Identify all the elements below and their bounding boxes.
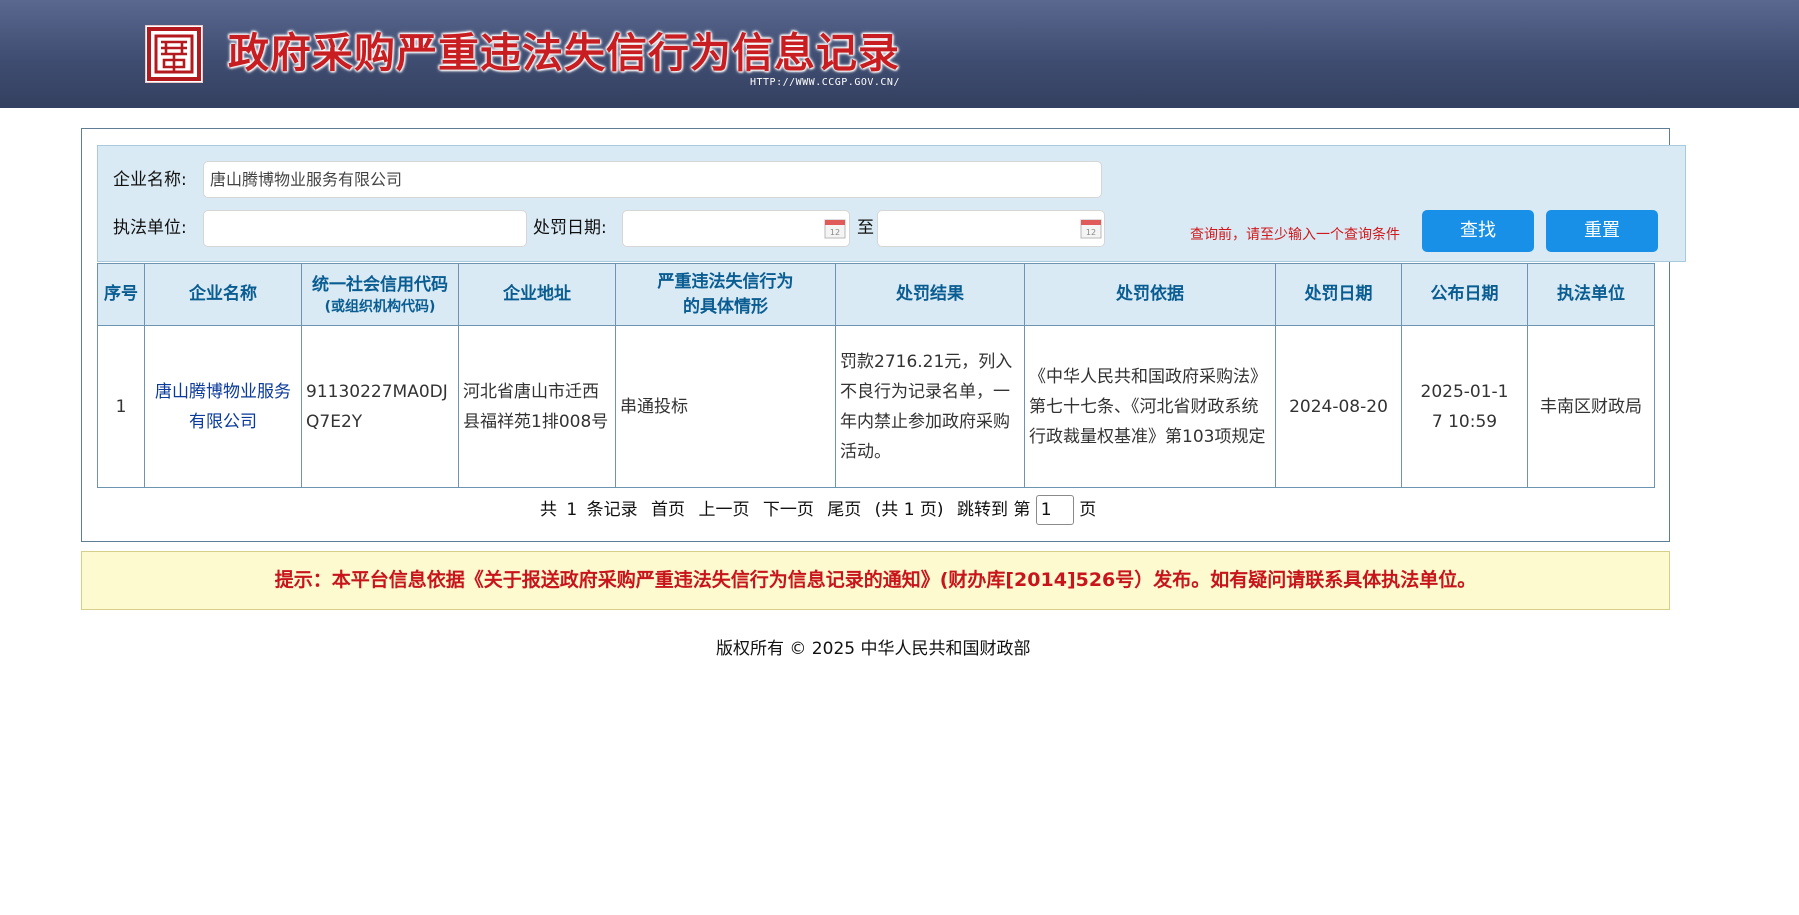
- col-header-seq: 序号: [97, 263, 145, 326]
- cell-address: 河北省唐山市迁西县福祥苑1排008号: [458, 325, 616, 488]
- site-title: 政府采购严重违法失信行为信息记录: [228, 29, 900, 77]
- first-page-link[interactable]: 首页: [651, 500, 685, 520]
- col-header-publish-date: 公布日期: [1401, 263, 1528, 326]
- company-name-label: 企业名称:: [113, 170, 187, 190]
- cell-credit-code: 91130227MA0DJQ7E2Y: [301, 325, 459, 488]
- calendar-icon[interactable]: 12: [1080, 217, 1102, 239]
- date-to-label: 至: [857, 218, 874, 238]
- notice-banner: 提示：本平台信息依据《关于报送政府采购严重违法失信行为信息记录的通知》(财办库[…: [81, 551, 1670, 610]
- last-page-link[interactable]: 尾页: [827, 500, 861, 520]
- company-link[interactable]: 唐山腾博物业服务有限公司: [155, 382, 291, 432]
- cell-seq: 1: [97, 325, 145, 488]
- col-header-agency: 执法单位: [1527, 263, 1655, 326]
- col-header-company: 企业名称: [144, 263, 302, 326]
- jump-suffix: 页: [1079, 500, 1097, 520]
- cell-company: 唐山腾博物业服务有限公司: [144, 325, 302, 488]
- svg-text:12: 12: [830, 228, 840, 237]
- table-header-row: 序号 企业名称 统一社会信用代码 (或组织机构代码) 企业地址 严重违法失信行为…: [97, 263, 1655, 326]
- header-banner: 政府采购严重违法失信行为信息记录 HTTP://WWW.CCGP.GOV.CN/: [0, 0, 1799, 108]
- col-header-address: 企业地址: [458, 263, 616, 326]
- total-count: 1: [566, 500, 578, 520]
- results-table: 序号 企业名称 统一社会信用代码 (或组织机构代码) 企业地址 严重违法失信行为…: [97, 263, 1655, 488]
- page-jump-input[interactable]: 1: [1035, 495, 1074, 525]
- situation-header-line2: 的具体情形: [683, 296, 768, 317]
- cell-situation: 串通投标: [615, 325, 836, 488]
- next-page-link[interactable]: 下一页: [763, 500, 814, 520]
- pagination: 共 1 条记录 首页 上一页 下一页 尾页 (共 1 页) 跳转到 第 1 页: [540, 495, 1104, 525]
- situation-header-line1: 严重违法失信行为: [657, 271, 794, 292]
- copyright-text: 版权所有 © 2025 中华人民共和国财政部: [716, 639, 1031, 659]
- col-header-penalty-date: 处罚日期: [1275, 263, 1402, 326]
- col-header-credit-code: 统一社会信用代码 (或组织机构代码): [301, 263, 459, 326]
- jump-prefix: 跳转到 第: [956, 500, 1031, 520]
- cell-result: 罚款2716.21元，列入不良行为记录名单，一年内禁止参加政府采购活动。: [835, 325, 1025, 488]
- prev-page-link[interactable]: 上一页: [698, 500, 749, 520]
- cell-basis: 《中华人民共和国政府采购法》第七十七条、《河北省财政系统行政裁量权基准》第103…: [1024, 325, 1276, 488]
- table-row: 1 唐山腾博物业服务有限公司 91130227MA0DJQ7E2Y 河北省唐山市…: [97, 325, 1655, 488]
- col-header-situation: 严重违法失信行为 的具体情形: [615, 263, 836, 326]
- total-prefix: 共: [540, 500, 557, 520]
- search-hint: 查询前，请至少输入一个查询条件: [1190, 227, 1400, 243]
- svg-text:12: 12: [1086, 228, 1096, 237]
- credit-code-header-sub: (或组织机构代码): [324, 299, 436, 315]
- col-header-result: 处罚结果: [835, 263, 1025, 326]
- seal-logo-icon: [145, 25, 203, 83]
- search-button[interactable]: 查找: [1422, 210, 1534, 252]
- penalty-date-label: 处罚日期:: [533, 218, 607, 238]
- company-name-input[interactable]: 唐山腾博物业服务有限公司: [203, 161, 1102, 198]
- calendar-icon[interactable]: 12: [824, 217, 846, 239]
- date-from-input[interactable]: [622, 210, 850, 247]
- cell-penalty-date: 2024-08-20: [1275, 325, 1402, 488]
- site-url: HTTP://WWW.CCGP.GOV.CN/: [750, 77, 900, 88]
- credit-code-header-label: 统一社会信用代码: [312, 275, 448, 295]
- cell-publish-date: 2025-01-17 10:59: [1401, 325, 1528, 488]
- reset-button[interactable]: 重置: [1546, 210, 1658, 252]
- agency-input[interactable]: [203, 210, 527, 247]
- agency-label: 执法单位:: [113, 218, 187, 238]
- total-pages: (共 1 页): [874, 500, 944, 520]
- cell-agency: 丰南区财政局: [1527, 325, 1655, 488]
- date-to-input[interactable]: [877, 210, 1105, 247]
- total-suffix: 条记录: [586, 500, 638, 520]
- col-header-basis: 处罚依据: [1024, 263, 1276, 326]
